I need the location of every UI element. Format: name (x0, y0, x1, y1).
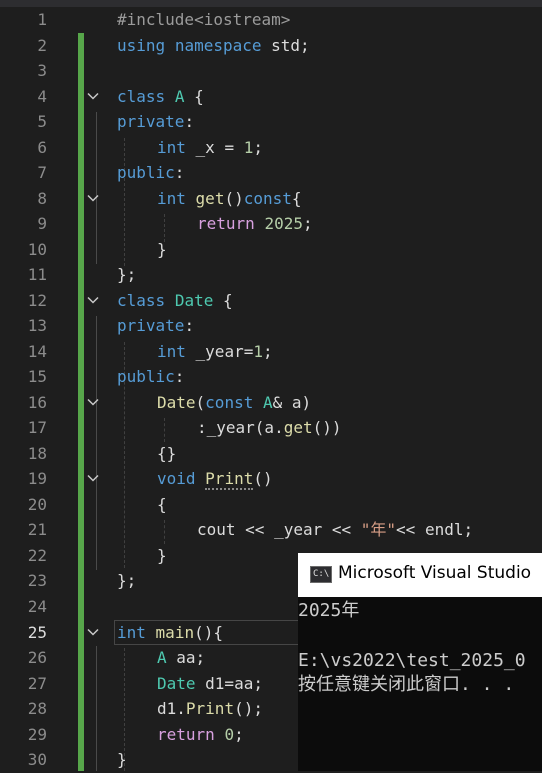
line-number: 30 (27, 750, 47, 769)
console-output-line: 按任意键关闭此窗口. . . (298, 674, 515, 695)
code-text: return 0; (157, 725, 244, 744)
line-number: 16 (27, 393, 47, 412)
line-number: 15 (27, 367, 47, 386)
line-number: 24 (27, 597, 47, 616)
line-number: 27 (27, 674, 47, 693)
chevron-down-icon[interactable] (87, 396, 99, 408)
code-text: { (157, 495, 167, 514)
line-number: 19 (27, 469, 47, 488)
code-line[interactable]: 14 int _year=1; (0, 339, 542, 365)
line-number: 6 (37, 138, 47, 157)
code-line[interactable]: 12 class Date { (0, 288, 542, 314)
line-number: 25 (27, 623, 47, 642)
line-number: 10 (27, 240, 47, 259)
console-app-icon: C:\ (310, 566, 332, 583)
chevron-down-icon[interactable] (87, 294, 99, 306)
code-text: Date d1=aa; (157, 674, 263, 693)
code-line[interactable]: 3 (0, 58, 542, 84)
code-text: } (157, 546, 167, 565)
code-line[interactable]: 19 void Print() (0, 466, 542, 492)
code-text: int _year=1; (157, 342, 273, 361)
line-number: 23 (27, 571, 47, 590)
line-number: 17 (27, 418, 47, 437)
code-line[interactable]: 16 Date(const A& a) (0, 390, 542, 416)
code-text: } (117, 750, 127, 769)
line-number: 29 (27, 725, 47, 744)
line-number: 12 (27, 291, 47, 310)
console-window[interactable]: C:\ Microsoft Visual Studio 2025年 E:\vs2… (298, 553, 542, 771)
line-number: 18 (27, 444, 47, 463)
code-text: :_year(a.get()) (197, 418, 342, 437)
code-line[interactable]: 2 using namespace std; (0, 33, 542, 59)
line-number: 13 (27, 316, 47, 335)
code-text: class A { (117, 87, 204, 106)
code-line[interactable]: 1 #include<iostream> (0, 7, 542, 33)
code-text: cout << _year << "年"<< endl; (197, 520, 474, 539)
code-text: return 2025; (197, 214, 313, 233)
code-text: A aa; (157, 648, 206, 667)
code-line[interactable]: 7 public: (0, 160, 542, 186)
line-number: 4 (37, 87, 47, 106)
line-number: 28 (27, 699, 47, 718)
chevron-down-icon[interactable] (87, 626, 99, 638)
code-text: private: (117, 112, 195, 131)
code-text: Date(const A& a) (157, 393, 312, 412)
code-text: using namespace std; (117, 36, 310, 55)
line-number: 11 (27, 265, 47, 284)
code-line[interactable]: 6 int _x = 1; (0, 135, 542, 161)
chevron-down-icon[interactable] (87, 192, 99, 204)
console-output-line: 2025年 (298, 600, 360, 621)
code-text: #include<iostream> (117, 10, 291, 29)
code-line[interactable]: 20 { (0, 492, 542, 518)
chevron-down-icon[interactable] (87, 90, 99, 102)
code-line[interactable]: 4 class A { (0, 84, 542, 110)
console-output-line: E:\vs2022\test_2025_0 (298, 650, 526, 671)
line-number: 1 (37, 10, 47, 29)
line-number: 22 (27, 546, 47, 565)
code-line[interactable]: 5 private: (0, 109, 542, 135)
code-text: int get()const{ (157, 189, 302, 208)
console-title: Microsoft Visual Studio (338, 563, 532, 583)
line-number: 2 (37, 36, 47, 55)
code-text: } (157, 240, 167, 259)
code-text: d1.Print(); (157, 699, 263, 718)
code-line[interactable]: 10 } (0, 237, 542, 263)
code-text: }; (117, 571, 137, 590)
code-text: }; (117, 265, 137, 284)
line-number: 9 (37, 214, 47, 233)
code-line[interactable]: 18 {} (0, 441, 542, 467)
code-text: int main(){ (117, 623, 223, 642)
code-line[interactable]: 15 public: (0, 364, 542, 390)
chevron-down-icon[interactable] (87, 472, 99, 484)
code-line[interactable]: 17 :_year(a.get()) (0, 415, 542, 441)
line-number: 26 (27, 648, 47, 667)
line-number: 14 (27, 342, 47, 361)
editor-top-strip (0, 0, 542, 7)
code-text: private: (117, 316, 195, 335)
line-number: 5 (37, 112, 47, 131)
line-number: 8 (37, 189, 47, 208)
code-text: class Date { (117, 291, 233, 310)
line-number: 3 (37, 61, 47, 80)
code-text: {} (157, 444, 177, 463)
code-text: int _x = 1; (157, 138, 263, 157)
code-text: public: (117, 367, 185, 386)
line-number: 7 (37, 163, 47, 182)
line-number: 21 (27, 520, 47, 539)
code-line[interactable]: 13 private: (0, 313, 542, 339)
code-line[interactable]: 11 }; (0, 262, 542, 288)
console-titlebar[interactable]: C:\ Microsoft Visual Studio (298, 553, 542, 597)
code-line[interactable]: 21 cout << _year << "年"<< endl; (0, 517, 542, 543)
code-line[interactable]: 9 return 2025; (0, 211, 542, 237)
code-line[interactable]: 8 int get()const{ (0, 186, 542, 212)
line-number: 20 (27, 495, 47, 514)
code-text: void Print() (157, 469, 273, 490)
code-text: public: (117, 163, 185, 182)
